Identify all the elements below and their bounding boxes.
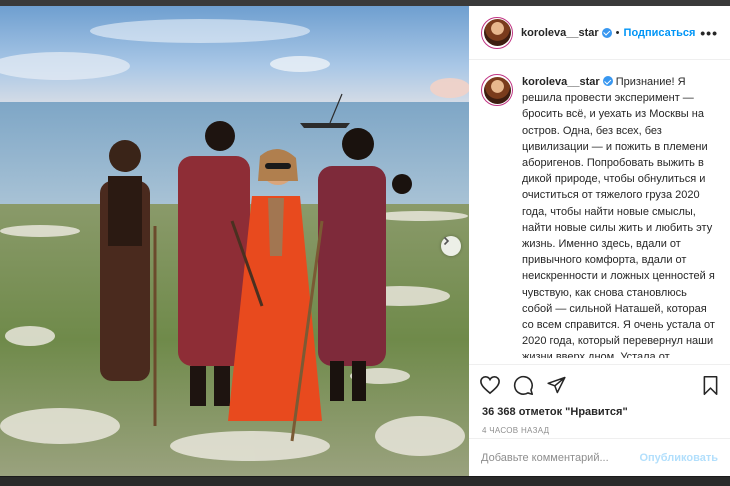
- avatar[interactable]: [481, 16, 513, 49]
- likes-count[interactable]: 36 368 отметок "Нравится": [482, 406, 720, 418]
- username-link[interactable]: koroleva__star: [521, 27, 599, 39]
- caption-username-link[interactable]: koroleva__star: [522, 76, 600, 88]
- caption-text: Признание! Я решила провести эксперимент…: [522, 76, 715, 358]
- post-side-panel: koroleva__star • Подписаться ••• korolev…: [469, 6, 730, 476]
- verified-badge-icon: [602, 76, 613, 86]
- share-icon[interactable]: [546, 375, 567, 395]
- carousel-next-button[interactable]: [441, 236, 461, 256]
- publish-button[interactable]: Опубликовать: [639, 452, 718, 464]
- more-options-icon[interactable]: •••: [700, 25, 718, 41]
- bookmark-icon[interactable]: [701, 375, 720, 396]
- action-icons: [479, 373, 720, 397]
- comments-area[interactable]: koroleva__star Признание! Я решила прове…: [469, 60, 730, 358]
- verified-badge-icon: [601, 27, 612, 38]
- heart-icon[interactable]: [479, 375, 501, 395]
- caption-avatar[interactable]: [481, 74, 513, 106]
- post-caption: koroleva__star Признание! Я решила прове…: [522, 74, 716, 358]
- background-strip-bottom: [0, 477, 730, 486]
- comment-icon[interactable]: [513, 375, 534, 396]
- add-comment-bar: Опубликовать: [469, 438, 730, 476]
- post-timestamp[interactable]: 4 ЧАСОВ НАЗАД: [482, 426, 720, 435]
- avatar-image: [483, 19, 511, 46]
- comment-input[interactable]: [481, 451, 640, 464]
- post-actions: 36 368 отметок "Нравится" 4 ЧАСОВ НАЗАД: [469, 364, 730, 435]
- beach-photo-illustration: [0, 6, 469, 476]
- separator-dot: •: [615, 26, 620, 39]
- follow-button[interactable]: Подписаться: [624, 27, 696, 39]
- post-photo[interactable]: [0, 6, 469, 476]
- avatar-image: [483, 76, 511, 104]
- post-header: koroleva__star • Подписаться •••: [469, 6, 730, 60]
- chevron-right-icon: [443, 236, 450, 246]
